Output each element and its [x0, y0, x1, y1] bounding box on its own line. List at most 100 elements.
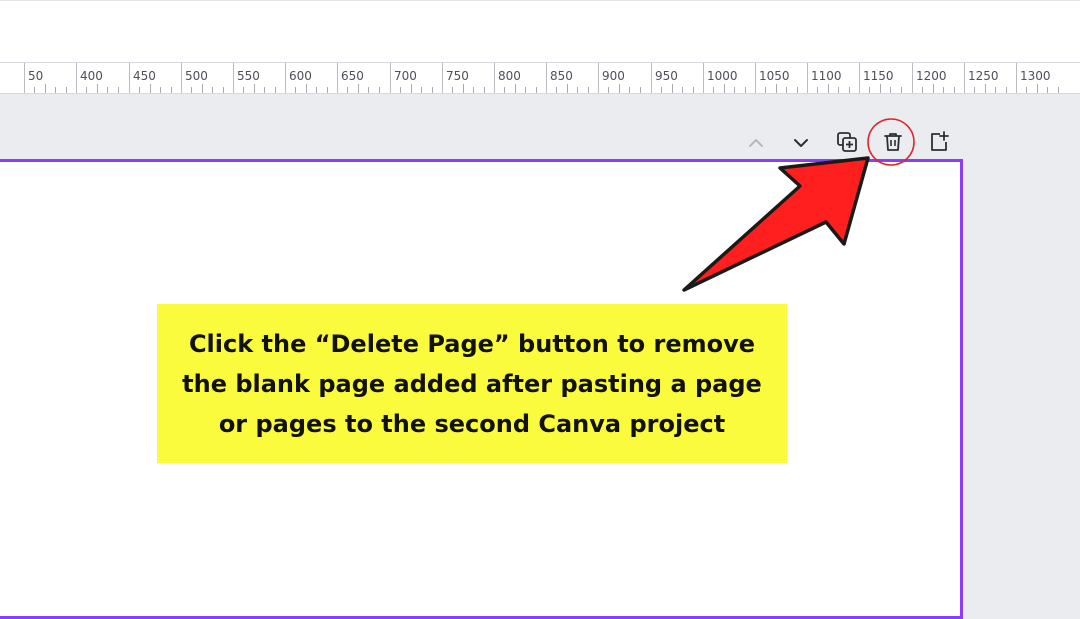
ruler-minor-tick: [671, 84, 673, 93]
ruler-minor-tick: [400, 87, 402, 93]
ruler-major-tick: [1016, 63, 1017, 93]
ruler-major-tick: [442, 63, 443, 93]
ruler-major-tick: [129, 63, 130, 93]
ruler-label: 900: [602, 69, 625, 83]
ruler-minor-tick: [932, 84, 934, 93]
ruler-major-tick: [337, 63, 338, 93]
ruler-label: 400: [80, 69, 103, 83]
ruler-label: 1250: [968, 69, 999, 83]
ruler-minor-tick: [1026, 87, 1028, 93]
ruler-major-tick: [494, 63, 495, 93]
ruler-minor-tick: [107, 87, 109, 93]
ruler-minor-tick: [34, 87, 36, 93]
callout-line-2: the blank page added after pasting a pag…: [182, 369, 762, 398]
ruler-minor-tick: [96, 84, 98, 93]
ruler-minor-tick: [410, 84, 412, 93]
ruler-major-tick: [546, 63, 547, 93]
ruler-minor-tick: [212, 87, 214, 93]
ruler-minor-tick: [629, 87, 631, 93]
ruler-label: 600: [289, 69, 312, 83]
ruler-minor-tick: [378, 87, 380, 93]
ruler-minor-tick: [305, 84, 307, 93]
ruler-major-tick: [859, 63, 860, 93]
ruler-minor-tick: [473, 87, 475, 93]
ruler-minor-tick: [1057, 87, 1059, 93]
ruler-minor-tick: [556, 87, 558, 93]
ruler-major-tick: [181, 63, 182, 93]
ruler-minor-tick: [587, 87, 589, 93]
ruler-major-tick: [233, 63, 234, 93]
ruler-minor-tick: [253, 84, 255, 93]
ruler-minor-tick: [1005, 87, 1007, 93]
horizontal-ruler: 50 400 450 500 550 600 650 700 750 800 850 900 950 10…: [0, 62, 1080, 94]
ruler-minor-tick: [44, 84, 46, 93]
editor-top-bar: [0, 0, 1080, 63]
ruler-major-tick: [755, 63, 756, 93]
ruler-major-tick: [651, 63, 652, 93]
ruler-minor-tick: [734, 87, 736, 93]
ruler-minor-tick: [264, 87, 266, 93]
ruler-label: 1050: [759, 69, 790, 83]
ruler-minor-tick: [577, 87, 579, 93]
ruler-minor-tick: [1047, 87, 1049, 93]
ruler-major-tick: [807, 63, 808, 93]
delete-page-button[interactable]: [878, 127, 908, 157]
move-page-down-button[interactable]: [786, 128, 816, 158]
ruler-minor-tick: [692, 87, 694, 93]
ruler-minor-tick: [765, 87, 767, 93]
ruler-minor-tick: [796, 87, 798, 93]
ruler-minor-tick: [775, 84, 777, 93]
ruler-minor-tick: [170, 87, 172, 93]
ruler-minor-tick: [639, 87, 641, 93]
ruler-label: 1150: [863, 69, 894, 83]
ruler-minor-tick: [117, 87, 119, 93]
ruler-label: 500: [185, 69, 208, 83]
callout-line-3: or pages to the second Canva project: [218, 409, 726, 438]
ruler-label: 950: [655, 69, 678, 83]
ruler-minor-tick: [1036, 84, 1038, 93]
ruler-major-tick: [390, 63, 391, 93]
ruler-label: 800: [498, 69, 521, 83]
ruler-label: 1300: [1020, 69, 1051, 83]
ruler-minor-tick: [357, 84, 359, 93]
chevron-up-icon: [749, 139, 763, 147]
ruler-minor-tick: [953, 87, 955, 93]
ruler-minor-tick: [817, 87, 819, 93]
ruler-minor-tick: [879, 84, 881, 93]
ruler-minor-tick: [869, 87, 871, 93]
ruler-major-tick: [964, 63, 965, 93]
ruler-major-tick: [912, 63, 913, 93]
ruler-minor-tick: [984, 84, 986, 93]
add-page-button[interactable]: [924, 127, 954, 157]
ruler-label: 750: [446, 69, 469, 83]
add-page-icon: [931, 131, 949, 151]
ruler-minor-tick: [995, 87, 997, 93]
duplicate-page-icon: [837, 132, 857, 152]
ruler-minor-tick: [661, 87, 663, 93]
ruler-minor-tick: [744, 87, 746, 93]
ruler-major-tick: [24, 63, 25, 93]
ruler-label: 550: [237, 69, 260, 83]
instruction-callout: Click the “Delete Page” button to remove…: [157, 304, 787, 463]
ruler-label: 50: [28, 69, 44, 83]
ruler-minor-tick: [326, 87, 328, 93]
ruler-minor-tick: [431, 87, 433, 93]
ruler-minor-tick: [462, 84, 464, 93]
move-page-up-button[interactable]: [741, 128, 771, 158]
callout-text: Click the “Delete Page” button to remove…: [182, 324, 762, 444]
ruler-minor-tick: [86, 87, 88, 93]
ruler-minor-tick: [347, 87, 349, 93]
duplicate-page-button[interactable]: [832, 127, 862, 157]
ruler-minor-tick: [922, 87, 924, 93]
ruler-minor-tick: [943, 87, 945, 93]
ruler-minor-tick: [525, 87, 527, 93]
ruler-label: 650: [341, 69, 364, 83]
ruler-minor-tick: [838, 87, 840, 93]
ruler-minor-tick: [316, 87, 318, 93]
ruler-minor-tick: [900, 87, 902, 93]
trash-icon: [884, 133, 902, 151]
ruler-minor-tick: [243, 87, 245, 93]
ruler-minor-tick: [786, 87, 788, 93]
ruler-label: 450: [133, 69, 156, 83]
ruler-major-tick: [76, 63, 77, 93]
